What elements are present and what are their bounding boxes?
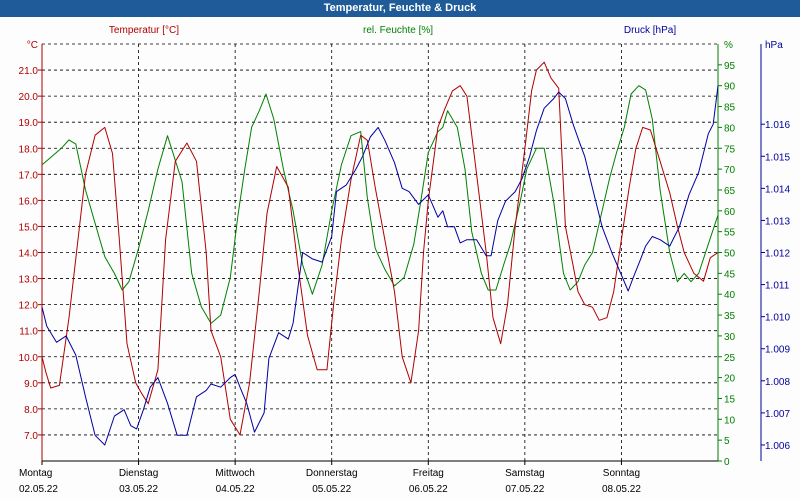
day-date-label: 04.05.22 [216,484,255,495]
humidity-axis: % 0 5 10 15 20 25 30 35 40 45 50 55 60 65 70 75 80 85 90 95 [718,40,736,468]
temperature-tick-label: 21.0 [19,66,39,77]
humidity-tick-label: 80 [724,123,736,134]
pressure-tick-label: 1.013 [765,216,790,227]
pressure-unit-label: hPa [765,40,783,51]
humidity-tick-label: 5 [724,436,730,447]
humidity-line [41,85,719,324]
humidity-tick-label: 10 [724,415,736,426]
temperature-tick-label: 19.0 [19,118,39,129]
humidity-tick-label: 90 [724,82,736,93]
temperature-tick-label: 20.0 [19,92,39,103]
series-header-label: Druck [hPa] [624,25,676,36]
time-axis: Montag 02.05.22 Dienstag 03.05.22 Mittwoch 04… [19,461,641,495]
humidity-tick-label: 35 [724,311,736,322]
humidity-tick-label: 15 [724,394,736,405]
series-header-label: rel. Feuchte [%] [363,25,433,36]
pressure-tick-label: 1.006 [765,441,790,452]
temperature-line [41,61,719,436]
humidity-tick-label: 25 [724,353,736,364]
pressure-tick-label: 1.010 [765,313,790,324]
humidity-tick-label: 70 [724,165,736,176]
day-date-label: 03.05.22 [119,484,158,495]
pressure-tick-label: 1.008 [765,377,790,388]
chart-canvas: °C 7.0 8.0 9.0 10.0 11.0 12.0 13.0 14.0 15.0 16.0 1… [19,25,791,495]
pressure-tick-label: 1.011 [765,281,790,292]
series-lines [41,61,719,446]
temperature-tick-label: 7.0 [24,431,38,442]
humidity-tick-label: 75 [724,144,736,155]
temperature-tick-label: 15.0 [19,222,39,233]
temperature-tick-label: 14.0 [19,249,39,260]
day-date-label: 08.05.22 [602,484,641,495]
day-name-label: Dienstag [119,468,158,479]
temperature-tick-label: 11.0 [19,327,38,338]
humidity-tick-label: 30 [724,332,736,343]
temperature-tick-label: 16.0 [19,196,39,207]
day-date-label: 02.05.22 [19,484,58,495]
day-date-label: 07.05.22 [505,484,544,495]
day-date-label: 05.05.22 [312,484,351,495]
day-name-label: Donnerstag [306,468,358,479]
pressure-tick-label: 1.014 [765,184,790,195]
humidity-tick-label: 20 [724,374,736,385]
humidity-tick-label: 45 [724,269,736,280]
series-header-label: Temperatur [°C] [109,25,179,36]
humidity-tick-label: 40 [724,290,736,301]
humidity-tick-label: 55 [724,228,736,239]
day-name-label: Freitag [413,468,444,479]
pressure-axis: hPa 1.006 1.007 1.008 1.009 1.010 1.011 1.012 1.… [761,40,790,452]
grid-lines [42,43,718,461]
temperature-axis: °C 7.0 8.0 9.0 10.0 11.0 12.0 13.0 14.0 15.0 16.0 1… [19,40,42,442]
series-headers: Temperatur [°C] rel. Feuchte [%] Druck [hP… [109,25,676,36]
day-name-label: Samstag [505,468,544,479]
temperature-tick-label: 12.0 [19,301,39,312]
day-date-label: 06.05.22 [409,484,448,495]
humidity-tick-label: 85 [724,103,736,114]
humidity-tick-label: 60 [724,207,736,218]
temperature-tick-label: 17.0 [19,170,39,181]
temperature-tick-label: 9.0 [24,379,38,390]
day-name-label: Sonntag [603,468,640,479]
pressure-line [41,85,719,446]
pressure-tick-label: 1.009 [765,345,790,356]
temperature-unit-label: °C [27,40,38,51]
pressure-tick-label: 1.016 [765,120,790,131]
temperature-tick-label: 18.0 [19,144,39,155]
humidity-unit-label: % [724,40,733,51]
temperature-tick-label: 13.0 [19,275,39,286]
temperature-tick-label: 8.0 [24,405,38,416]
temperature-tick-label: 10.0 [19,353,39,364]
pressure-tick-label: 1.007 [765,409,790,420]
humidity-tick-label: 50 [724,249,736,260]
humidity-tick-label: 65 [724,186,736,197]
pressure-tick-label: 1.012 [765,249,790,260]
pressure-tick-label: 1.015 [765,152,790,163]
humidity-tick-label: 95 [724,61,736,72]
humidity-tick-label: 0 [724,457,730,468]
day-name-label: Mittwoch [215,468,254,479]
day-name-label: Montag [19,468,52,479]
